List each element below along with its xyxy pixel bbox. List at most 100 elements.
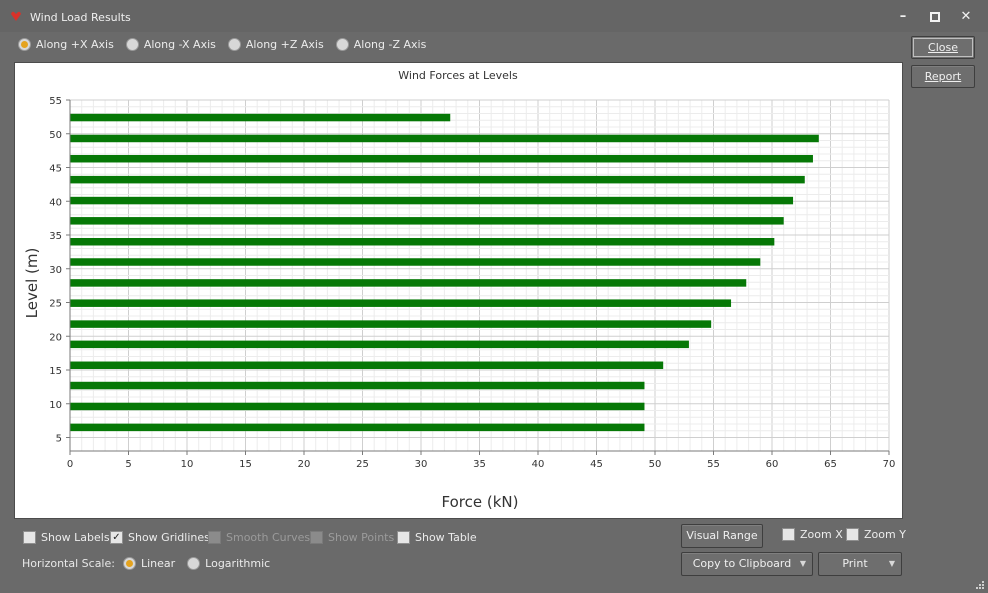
force-bar xyxy=(70,320,712,328)
zoom-x-checkbox[interactable]: Zoom X xyxy=(782,528,843,541)
force-bar xyxy=(70,402,645,411)
force-bar xyxy=(70,279,747,287)
close-button[interactable]: Close xyxy=(911,36,975,59)
checkbox-label: Zoom Y xyxy=(864,528,906,541)
x-tick-label: 20 xyxy=(298,459,311,470)
radio-label: Logarithmic xyxy=(205,557,271,570)
dropdown-arrow-icon[interactable]: ▼ xyxy=(889,553,895,575)
checkbox-label: Zoom X xyxy=(800,528,843,541)
axis-radio-group: Along +X Axis Along -X Axis Along +Z Axi… xyxy=(18,36,438,52)
x-tick-label: 65 xyxy=(824,459,837,470)
radio-label: Linear xyxy=(140,557,176,570)
checkbox-label: Smooth Curves xyxy=(226,531,311,544)
radio-dot-icon xyxy=(122,557,136,570)
zoom-y-checkbox[interactable]: Zoom Y xyxy=(846,528,906,541)
force-bar xyxy=(70,217,784,225)
x-tick-label: 55 xyxy=(707,459,720,470)
show-points-checkbox[interactable]: Show Points xyxy=(310,531,394,544)
radio-linear[interactable]: Linear xyxy=(122,557,176,570)
x-tick-label: 15 xyxy=(239,459,252,470)
force-bar xyxy=(70,381,645,390)
visual-range-button[interactable]: Visual Range xyxy=(681,524,763,548)
force-bar xyxy=(70,154,813,163)
y-tick-label: 35 xyxy=(49,231,62,242)
radio-along-neg-z[interactable]: Along -Z Axis xyxy=(335,37,427,51)
checkbox-box xyxy=(846,528,859,541)
radio-along-neg-x[interactable]: Along -X Axis xyxy=(125,37,216,51)
x-tick-label: 5 xyxy=(125,459,131,470)
app-icon xyxy=(11,11,21,21)
checkbox-label: Show Table xyxy=(415,531,477,544)
close-button-label: Close xyxy=(928,41,958,54)
x-tick-label: 0 xyxy=(67,459,73,470)
maximize-icon[interactable] xyxy=(925,8,945,26)
y-tick-label: 55 xyxy=(49,96,62,107)
x-tick-label: 25 xyxy=(356,459,369,470)
show-table-checkbox[interactable]: Show Table xyxy=(397,531,477,544)
y-tick-label: 15 xyxy=(49,366,62,377)
checkbox-label: Show Gridlines xyxy=(128,531,210,544)
print-button[interactable]: Print ▼ xyxy=(818,552,902,576)
x-tick-label: 50 xyxy=(649,459,662,470)
y-axis-label: Level (m) xyxy=(23,248,41,319)
x-tick-label: 60 xyxy=(766,459,779,470)
horizontal-scale-label: Horizontal Scale: xyxy=(22,557,115,570)
y-tick-label: 45 xyxy=(49,164,62,175)
smooth-curves-checkbox[interactable]: Smooth Curves xyxy=(208,531,310,544)
radio-dot-icon xyxy=(18,37,31,51)
force-bar xyxy=(70,299,732,307)
force-bar xyxy=(70,423,645,432)
chart-grid xyxy=(69,99,890,451)
y-tick-label: 10 xyxy=(49,400,62,411)
radio-dot-icon xyxy=(335,37,349,51)
force-bar xyxy=(70,113,451,122)
radio-dot-icon xyxy=(227,37,241,51)
checkbox-box xyxy=(310,531,323,544)
y-tick-label: 40 xyxy=(49,197,62,208)
y-tick-label: 30 xyxy=(49,265,62,276)
dropdown-arrow-icon[interactable]: ▼ xyxy=(800,553,806,575)
force-bar xyxy=(70,340,689,349)
force-bar xyxy=(70,175,805,184)
force-bar xyxy=(70,258,761,266)
visual-range-label: Visual Range xyxy=(686,529,758,542)
report-button[interactable]: Report xyxy=(911,65,975,88)
force-bar xyxy=(70,196,794,205)
x-tick-label: 30 xyxy=(415,459,428,470)
copy-to-clipboard-button[interactable]: Copy to Clipboard ▼ xyxy=(681,552,813,576)
checkbox-box xyxy=(23,531,36,544)
radio-label: Along -Z Axis xyxy=(353,37,427,51)
radio-label: Along -X Axis xyxy=(143,37,216,51)
radio-along-pos-z[interactable]: Along +Z Axis xyxy=(227,37,324,51)
close-icon[interactable]: ✕ xyxy=(956,8,976,26)
resize-grip-icon[interactable] xyxy=(975,580,985,590)
show-gridlines-checkbox[interactable]: ✓ Show Gridlines xyxy=(110,531,210,544)
print-button-label: Print xyxy=(842,557,868,570)
horizontal-scale-group: Horizontal Scale: Linear Logarithmic xyxy=(22,557,282,570)
x-tick-label: 10 xyxy=(181,459,194,470)
force-bar xyxy=(70,134,819,143)
radio-label: Along +Z Axis xyxy=(245,37,324,51)
show-labels-checkbox[interactable]: Show Labels xyxy=(23,531,110,544)
y-tick-label: 25 xyxy=(49,299,62,310)
x-tick-label: 35 xyxy=(473,459,486,470)
radio-dot-icon xyxy=(187,557,201,570)
copy-button-label: Copy to Clipboard xyxy=(692,557,792,570)
radio-along-pos-x[interactable]: Along +X Axis xyxy=(18,37,114,51)
checkbox-label: Show Points xyxy=(328,531,395,544)
y-tick-label: 5 xyxy=(56,434,62,445)
minimize-icon[interactable]: – xyxy=(893,8,913,26)
force-bar xyxy=(70,361,664,370)
x-tick-label: 40 xyxy=(532,459,545,470)
y-tick-label: 50 xyxy=(49,130,62,141)
title-bar: Wind Load Results – ✕ xyxy=(0,0,988,32)
y-tick-label: 20 xyxy=(49,332,62,343)
radio-logarithmic[interactable]: Logarithmic xyxy=(187,557,270,570)
checkbox-box xyxy=(397,531,410,544)
checkbox-label: Show Labels xyxy=(41,531,110,544)
radio-dot-icon xyxy=(125,37,139,51)
x-tick-label: 70 xyxy=(883,459,896,470)
x-axis-label: Force (kN) xyxy=(442,493,519,511)
chart-title: Wind Forces at Levels xyxy=(398,69,518,82)
checkbox-box xyxy=(782,528,795,541)
